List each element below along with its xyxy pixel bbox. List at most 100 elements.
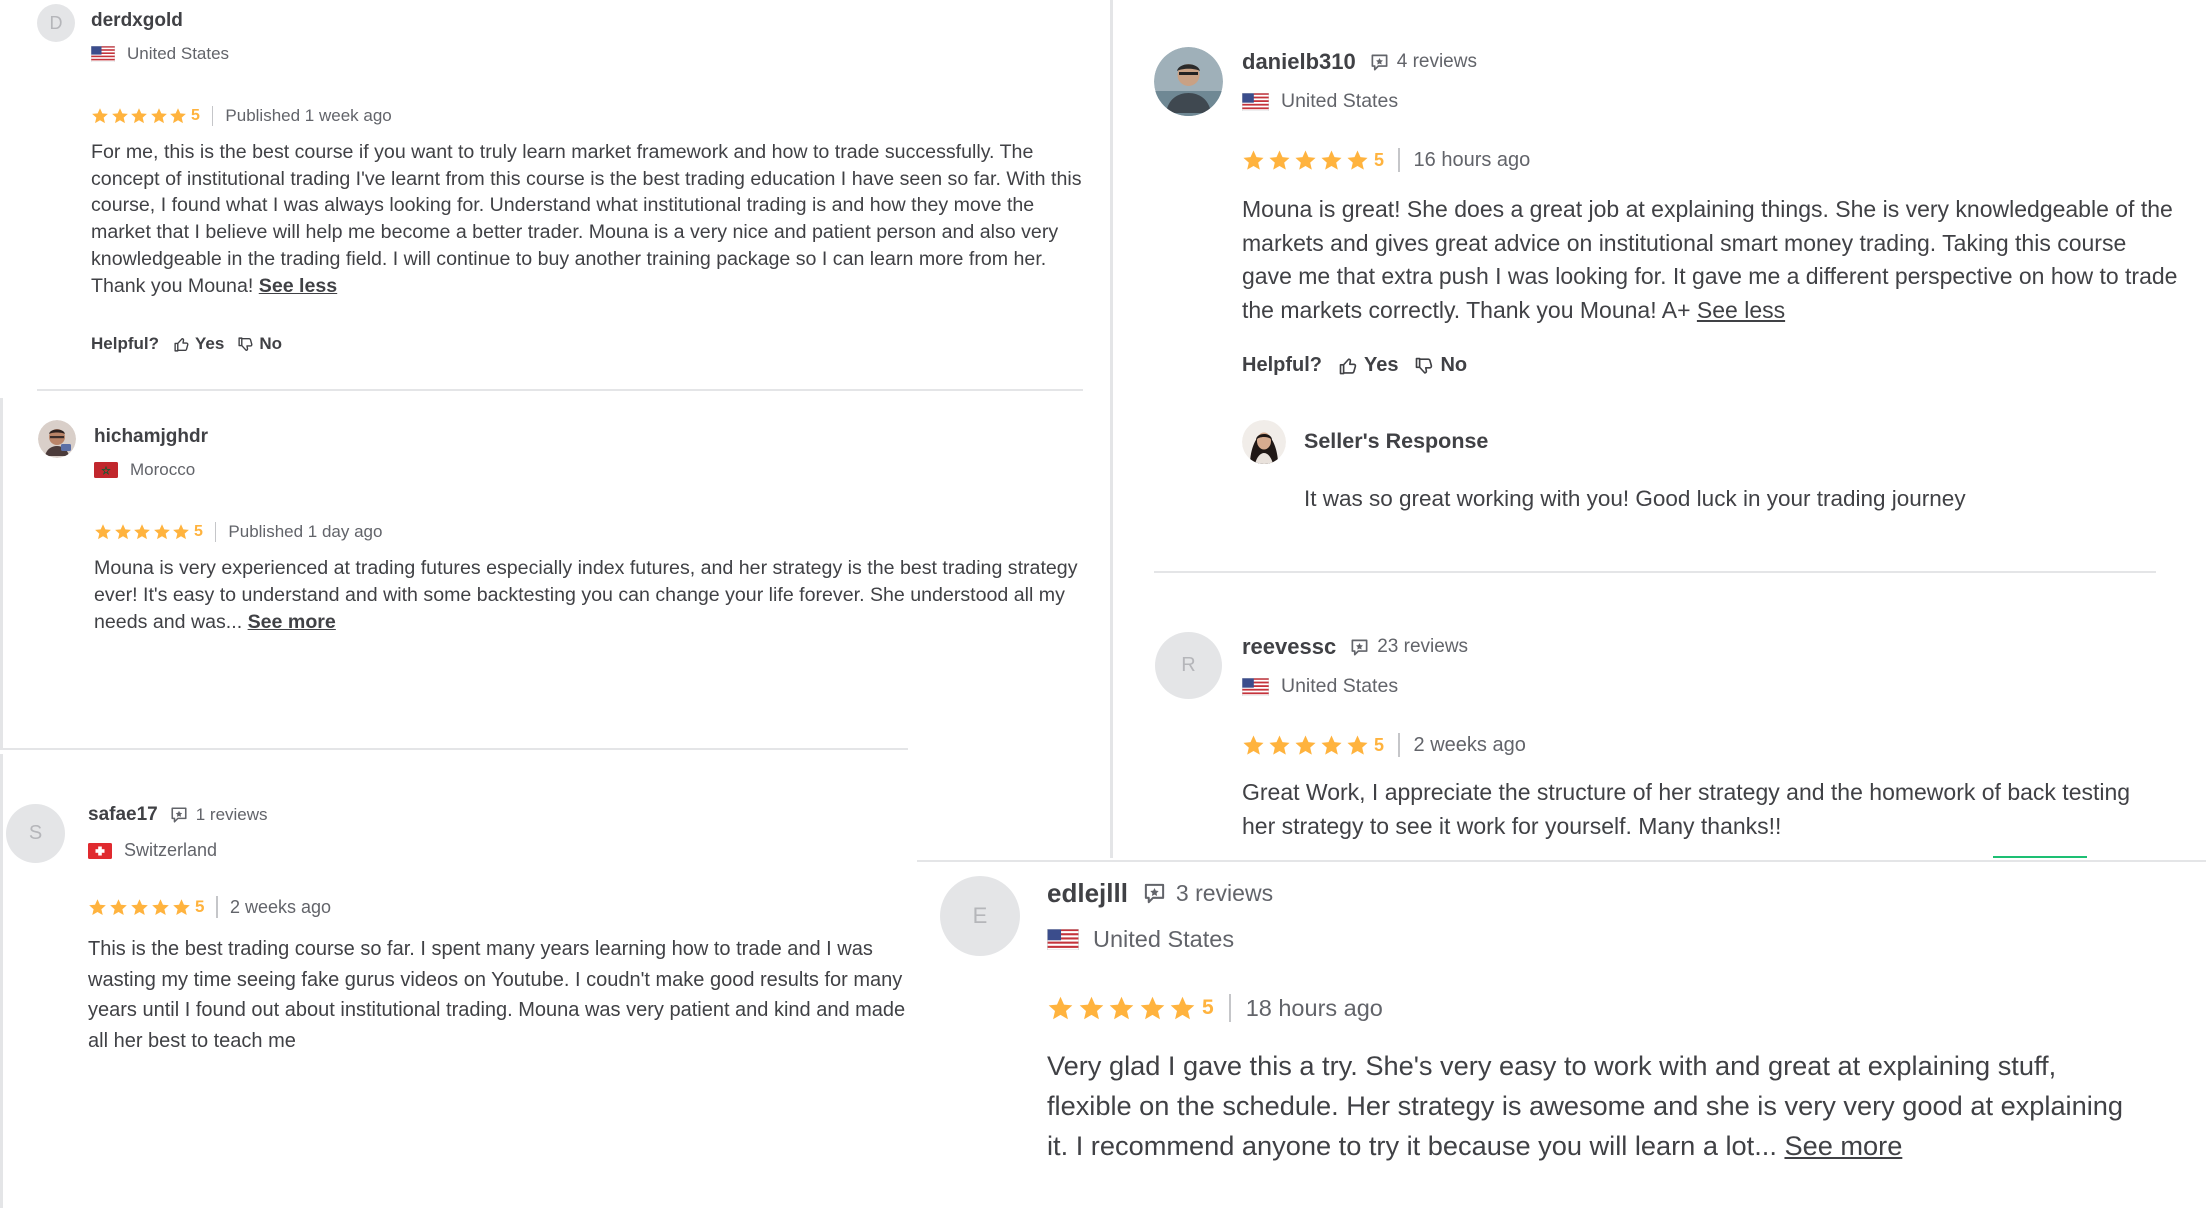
- thumb-up-icon: [1338, 356, 1358, 376]
- review-text: Mouna is very experienced at trading fut…: [94, 557, 1078, 633]
- reviewer-header: edlejlll 3 reviews: [1047, 878, 1273, 909]
- reviewer-header: danielb310 4 reviews: [1242, 49, 1477, 75]
- star-icon: [1346, 149, 1369, 172]
- rating-value: 5: [1202, 996, 1214, 1019]
- star-icon: [1047, 995, 1074, 1022]
- avatar[interactable]: S: [6, 804, 65, 863]
- review-text: For me, this is the best course if you w…: [91, 141, 1082, 297]
- see-more-link[interactable]: See more: [248, 611, 336, 633]
- review-text-block: For me, this is the best course if you w…: [91, 139, 1091, 299]
- helpful-yes-button[interactable]: Yes: [1338, 354, 1398, 377]
- star-icon: [1169, 995, 1196, 1022]
- star-rating: [1242, 734, 1369, 757]
- avatar[interactable]: [38, 420, 76, 458]
- review-date: 18 hours ago: [1245, 994, 1383, 1021]
- us-flag-icon: [91, 46, 115, 62]
- review-date: Published 1 day ago: [228, 522, 383, 541]
- no-label: No: [259, 334, 282, 353]
- review-text: This is the best trading course so far. …: [88, 938, 906, 1052]
- star-rating: [91, 107, 187, 125]
- seller-avatar: [1242, 420, 1286, 464]
- separator: [211, 106, 214, 126]
- review-date: 16 hours ago: [1413, 148, 1531, 171]
- reviewer-username[interactable]: hichamjghdr: [94, 426, 208, 448]
- reviews-count-icon: [1350, 638, 1369, 657]
- review-text-block: Mouna is very experienced at trading fut…: [94, 555, 1099, 636]
- star-rating: [94, 523, 190, 541]
- reviews-count-icon: [170, 806, 188, 824]
- divider: [37, 389, 1083, 391]
- star-icon: [111, 107, 129, 125]
- avatar[interactable]: [1154, 47, 1223, 116]
- review-card-hichamjghdr: hichamjghdr Morocco 5 Published 1 day ag…: [0, 398, 1113, 750]
- country-name: Morocco: [130, 460, 196, 479]
- rating-row: 5 Published 1 week ago: [91, 104, 392, 128]
- reviews-count: 23 reviews: [1377, 636, 1469, 657]
- see-less-link[interactable]: See less: [1697, 297, 1785, 323]
- star-icon: [1078, 995, 1105, 1022]
- star-icon: [153, 523, 171, 541]
- separator: [214, 522, 217, 542]
- reviewer-username[interactable]: safae17: [88, 804, 158, 826]
- helpful-no-button[interactable]: No: [1414, 354, 1467, 377]
- star-icon: [169, 107, 187, 125]
- helpful-row: Helpful? Yes No: [91, 334, 282, 354]
- reviewer-username[interactable]: danielb310: [1242, 49, 1356, 75]
- star-icon: [1139, 995, 1166, 1022]
- rating-row: 5 16 hours ago: [1242, 146, 1530, 174]
- avatar[interactable]: E: [940, 876, 1020, 956]
- star-icon: [1320, 149, 1343, 172]
- see-more-link[interactable]: See more: [1784, 1130, 1902, 1161]
- user-photo-icon: [38, 420, 76, 458]
- helpful-yes-button[interactable]: Yes: [173, 334, 224, 354]
- us-flag-icon: [1242, 678, 1269, 696]
- avatar[interactable]: R: [1155, 632, 1222, 699]
- review-card-derdxgold: D derdxgold United States 5 Published 1 …: [0, 0, 1110, 392]
- star-icon: [1320, 734, 1343, 757]
- review-card-safae17: S safae17 1 reviews Switzerland 5 2 week…: [0, 754, 911, 1208]
- star-icon: [1346, 734, 1369, 757]
- star-icon: [1294, 734, 1317, 757]
- star-icon: [1242, 149, 1265, 172]
- rating-row: 5 18 hours ago: [1047, 992, 1383, 1024]
- thumb-up-icon: [173, 336, 190, 353]
- us-flag-icon: [1242, 93, 1269, 111]
- star-rating: [1047, 995, 1196, 1022]
- review-date: 2 weeks ago: [229, 896, 332, 917]
- star-icon: [109, 898, 128, 917]
- reviews-count-icon: [1370, 53, 1389, 72]
- star-icon: [130, 107, 148, 125]
- star-icon: [151, 898, 170, 917]
- yes-label: Yes: [195, 334, 225, 353]
- star-icon: [133, 523, 151, 541]
- reviewer-username[interactable]: derdxgold: [91, 10, 183, 32]
- country-name: United States: [1281, 675, 1399, 697]
- reviewer-country: United States: [1242, 675, 1398, 698]
- avatar[interactable]: D: [37, 4, 75, 42]
- user-photo-icon: [1154, 47, 1223, 116]
- star-icon: [1108, 995, 1135, 1022]
- helpful-label: Helpful?: [91, 334, 159, 353]
- seller-photo-icon: [1242, 420, 1286, 464]
- rating-value: 5: [1374, 149, 1385, 170]
- star-icon: [172, 523, 190, 541]
- reviews-count: 4 reviews: [1396, 51, 1477, 72]
- reviewer-username[interactable]: edlejlll: [1047, 878, 1128, 909]
- switzerland-flag-icon: [88, 843, 112, 859]
- helpful-no-button[interactable]: No: [237, 334, 282, 354]
- star-icon: [88, 898, 107, 917]
- star-icon: [1242, 734, 1265, 757]
- country-name: Switzerland: [124, 840, 218, 860]
- yes-label: Yes: [1364, 354, 1399, 376]
- reviewer-username[interactable]: reevessc: [1242, 634, 1336, 660]
- see-less-link[interactable]: See less: [259, 275, 337, 297]
- divider: [1154, 571, 2156, 573]
- reviewer-country: Switzerland: [88, 840, 217, 861]
- review-text: Very glad I gave this a try. She's very …: [1047, 1050, 2124, 1161]
- reviewer-header: reevessc 23 reviews: [1242, 634, 1468, 660]
- review-date: Published 1 week ago: [225, 106, 392, 125]
- divider: [3, 748, 908, 750]
- star-icon: [94, 523, 112, 541]
- reviews-count: 1 reviews: [195, 805, 268, 824]
- rating-value: 5: [194, 523, 203, 540]
